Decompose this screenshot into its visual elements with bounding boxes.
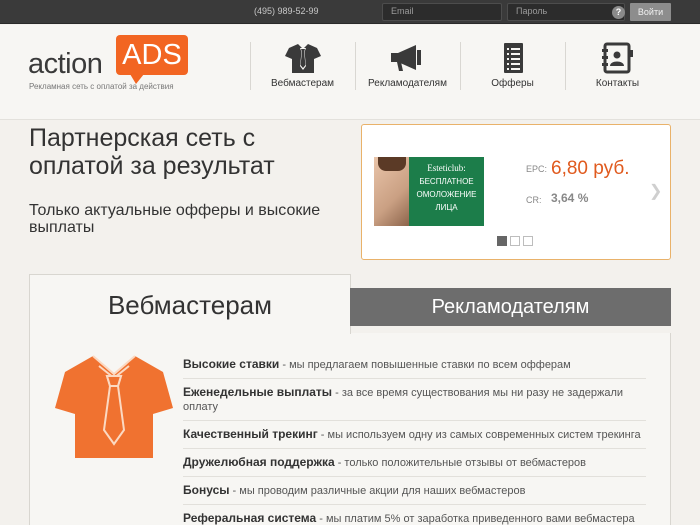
feature-text: - мы платим 5% от заработка приведенного… <box>316 513 635 525</box>
nav-item-advertisers[interactable]: Рекламодателям <box>355 42 460 92</box>
feature-text: - мы проводим различные акции для наших … <box>229 485 526 497</box>
password-input[interactable]: Пароль <box>507 3 625 21</box>
slider-dot-active[interactable] <box>497 236 507 246</box>
feature-item: Качественный трекинг - мы используем одн… <box>183 427 646 442</box>
offer-banner-box: Esteticlub: БЕСПЛАТНОЕ ОМОЛОЖЕНИЕ ЛИЦА <box>409 157 484 226</box>
offer-slider: Esteticlub: БЕСПЛАТНОЕ ОМОЛОЖЕНИЕ ЛИЦА E… <box>361 124 671 260</box>
feature-divider <box>183 420 646 421</box>
cr-label: CR: <box>526 195 542 205</box>
megaphone-icon <box>390 45 421 71</box>
next-arrow-icon[interactable]: ❯ <box>649 181 662 201</box>
feature-title: Качественный трекинг <box>183 427 318 441</box>
offer-text: БЕСПЛАТНОЕ ОМОЛОЖЕНИЕ ЛИЦА <box>416 177 477 212</box>
cr-value: 3,64 % <box>551 191 589 205</box>
feature-item: Дружелюбная поддержка - только положител… <box>183 455 646 470</box>
feature-title: Еженедельные выплаты <box>183 385 333 399</box>
epc-value: 6,80 руб. <box>551 158 630 179</box>
feature-divider <box>183 504 646 505</box>
email-input[interactable]: Email <box>382 3 502 21</box>
slider-dot[interactable] <box>510 236 520 246</box>
feature-title: Дружелюбная поддержка <box>183 455 335 469</box>
logo-ads-badge: ADS <box>116 35 188 84</box>
slider-dots <box>497 233 536 251</box>
logo[interactable]: action ADS <box>28 35 198 85</box>
nav-label: Контакты <box>595 78 640 89</box>
nav-item-offers[interactable]: Офферы <box>460 42 565 92</box>
phone-number: (495) 989-52-99 <box>254 6 319 16</box>
woman-face-image <box>374 157 409 226</box>
header: action ADS Рекламная сеть с оплатой за д… <box>0 25 700 120</box>
feature-divider <box>183 448 646 449</box>
tab-webmasters[interactable]: Вебмастерам <box>29 274 351 334</box>
feature-title: Бонусы <box>183 483 230 497</box>
feature-text: - мы предлагаем повышенные ставки по все… <box>279 359 571 371</box>
feature-text: - мы используем одну из самых современны… <box>317 429 641 441</box>
slider-dot[interactable] <box>523 236 533 246</box>
shirt-icon <box>284 44 321 73</box>
offer-banner[interactable]: Esteticlub: БЕСПЛАТНОЕ ОМОЛОЖЕНИЕ ЛИЦА <box>374 157 484 226</box>
feature-item: Еженедельные выплаты - за все время суще… <box>183 385 646 414</box>
login-button[interactable]: Войти <box>630 3 671 21</box>
nav-label: Офферы <box>491 78 534 89</box>
nav-item-contacts[interactable]: Контакты <box>565 42 670 92</box>
epc-label: EPC: <box>526 164 548 174</box>
feature-item: Высокие ставки - мы предлагаем повышенны… <box>183 357 646 372</box>
feature-item: Реферальная система - мы платим 5% от за… <box>183 511 646 525</box>
logo-tagline: Рекламная сеть с оплатой за действия <box>29 82 174 91</box>
help-icon[interactable]: ? <box>612 6 625 19</box>
feature-divider <box>183 476 646 477</box>
list-icon <box>503 43 523 73</box>
offer-brand: Esteticlub: <box>427 163 466 173</box>
feature-title: Высокие ставки <box>183 357 280 371</box>
shirt-icon <box>55 355 173 458</box>
feature-item: Бонусы - мы проводим различные акции для… <box>183 483 646 498</box>
hero-title: Партнерская сеть с оплатой за результат <box>29 124 275 180</box>
top-bar: (495) 989-52-99 Email Пароль ? Войти <box>0 0 700 24</box>
feature-text: - только положительные отзывы от вебмаст… <box>334 457 587 469</box>
nav-item-webmasters[interactable]: Вебмастерам <box>250 42 355 92</box>
nav-label: Вебмастерам <box>270 78 335 89</box>
logo-word: action <box>28 48 103 80</box>
hero-subtitle: Только актуальные офферы и высокие выпла… <box>29 202 321 236</box>
feature-divider <box>183 378 646 379</box>
tab-advertisers[interactable]: Рекламодателям <box>350 288 671 326</box>
nav-label: Рекламодателям <box>368 78 447 89</box>
address-book-icon <box>601 42 633 74</box>
feature-title: Реферальная система <box>183 511 317 525</box>
